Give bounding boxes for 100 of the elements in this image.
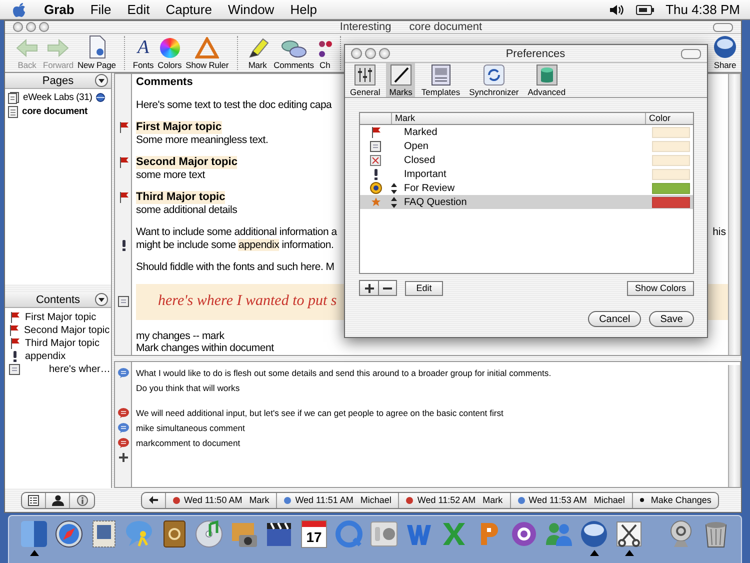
app-icon[interactable] <box>509 519 539 549</box>
switch-panel-icon[interactable] <box>369 519 399 549</box>
outline-item[interactable]: First Major topic <box>9 311 107 324</box>
scrollbar[interactable] <box>728 74 740 355</box>
mark-row[interactable]: For Review <box>360 181 693 195</box>
mark-row[interactable]: Open <box>360 139 693 153</box>
star-icon <box>370 197 380 207</box>
outline-item[interactable]: Third Major topic <box>9 337 107 350</box>
new-page-button[interactable]: New Page <box>77 36 116 70</box>
flag-icon <box>118 192 128 203</box>
ruler-button[interactable]: Show Ruler <box>186 36 229 70</box>
menu-item[interactable]: Edit <box>119 2 158 17</box>
comment-text: mike simultaneous comment <box>136 422 245 432</box>
timeline-entry[interactable]: Wed 11:52 AM Mark <box>399 492 511 508</box>
paragraph-line: Mark changes within document <box>136 342 274 354</box>
save-button[interactable]: Save <box>649 311 694 327</box>
preferences-tab[interactable]: General <box>347 63 384 97</box>
outline-item[interactable]: Second Major topic <box>9 324 107 337</box>
preferences-tab[interactable]: Synchronizer <box>466 63 522 97</box>
pill-button[interactable] <box>713 22 733 32</box>
comments-button[interactable]: Comments <box>274 36 314 70</box>
colors-button[interactable]: Colors <box>158 36 182 70</box>
mark-row[interactable]: Closed <box>360 153 693 167</box>
window-control[interactable] <box>365 48 376 59</box>
timeline-entry[interactable]: Wed 11:50 AM Mark <box>166 492 278 508</box>
mark-row[interactable]: Important <box>360 167 693 181</box>
topic-heading: First Major topic <box>136 121 222 134</box>
toolbar-button[interactable]: Ch <box>318 36 332 70</box>
battery-icon[interactable] <box>636 4 654 14</box>
clock: Thu 4:38 PM <box>666 2 740 17</box>
disc-icon[interactable] <box>194 519 224 549</box>
page-item[interactable]: core document <box>8 105 108 118</box>
calendar-icon[interactable]: 17 <box>301 520 327 548</box>
remove-button[interactable] <box>378 281 396 295</box>
sliders-icon <box>354 64 376 86</box>
add-button[interactable] <box>360 281 378 295</box>
comment-text: What I would like to do is flesh out some details and send this around to a broader group for initial comments. <box>136 368 552 378</box>
window-control[interactable] <box>351 48 362 59</box>
apple-icon[interactable] <box>12 2 26 18</box>
menu-item[interactable]: File <box>82 2 120 17</box>
timeline-entry[interactable]: Make Changes <box>632 492 718 508</box>
scissors-icon[interactable] <box>614 519 644 549</box>
preferences-tab[interactable]: Marks <box>386 63 416 97</box>
topic-heading: Third Major topic <box>136 191 226 204</box>
list-icon <box>28 494 39 506</box>
column-header: Color <box>648 113 672 124</box>
sort-arrows-icon[interactable] <box>391 182 397 194</box>
globe-icon[interactable] <box>579 519 609 549</box>
edit-button[interactable]: Edit <box>405 280 443 296</box>
outline-item[interactable]: here's wher… <box>9 363 107 376</box>
sync-arrows-icon <box>482 64 505 86</box>
color-swatch[interactable] <box>652 126 690 138</box>
page-item[interactable]: eWeek Labs (31) <box>8 91 108 104</box>
scrollbar[interactable] <box>728 365 740 487</box>
paragraph-line: Should fiddle with the fonts and such here. M <box>136 261 334 274</box>
document-icon <box>8 106 18 118</box>
mark-row[interactable]: Marked <box>360 125 693 139</box>
color-swatch[interactable] <box>652 168 690 180</box>
menu-item[interactable]: Help <box>282 2 325 17</box>
arrow-right-icon <box>46 37 70 59</box>
person-silhouette-icon <box>52 494 64 506</box>
timeline-entry[interactable]: Wed 11:51 AM Michael <box>277 492 400 508</box>
fonts-button[interactable]: A Fonts <box>132 36 154 70</box>
color-swatch[interactable] <box>652 140 690 152</box>
preferences-tab[interactable]: Advanced <box>524 63 569 97</box>
cancel-button[interactable]: Cancel <box>588 311 642 327</box>
outline-item[interactable]: appendix <box>9 350 107 363</box>
dropdown-icon[interactable] <box>95 293 108 306</box>
menu-item[interactable]: Window <box>220 2 282 17</box>
globe-icon <box>713 35 737 59</box>
app-menu[interactable]: Grab <box>36 2 82 17</box>
document-icon <box>86 35 107 59</box>
flag-icon <box>118 157 128 168</box>
view-switcher[interactable] <box>21 492 95 508</box>
split-square-icon[interactable] <box>19 519 49 549</box>
color-swatch[interactable] <box>652 182 690 194</box>
mark-row[interactable]: FAQ Question <box>360 195 693 209</box>
window-control[interactable] <box>379 48 390 59</box>
comment-text: Do you think that will works <box>136 382 240 392</box>
sort-arrows-icon[interactable] <box>391 196 397 208</box>
color-swatch[interactable] <box>652 196 690 208</box>
pen-icon <box>390 64 412 86</box>
flag-icon <box>9 325 19 336</box>
dropdown-icon[interactable] <box>95 74 108 87</box>
show-colors-button[interactable]: Show Colors <box>626 280 694 296</box>
color-wheel-icon <box>160 38 180 58</box>
share-button[interactable]: Share <box>713 36 737 70</box>
menu-item[interactable]: Capture <box>158 2 220 17</box>
mark-button[interactable]: Mark <box>246 36 270 70</box>
speaker-icon[interactable] <box>608 4 624 16</box>
timeline-entry[interactable]: Wed 11:53 AM Michael <box>510 492 633 508</box>
paragraph-line: my changes -- mark <box>136 330 224 342</box>
pill-button[interactable] <box>681 48 701 58</box>
dialog-title: Preferences <box>504 48 566 60</box>
paragraph-line: Some more meaningless text. <box>136 134 268 146</box>
color-swatch[interactable] <box>652 154 690 166</box>
pins-icon <box>318 39 332 59</box>
add-comment-icon[interactable] <box>119 453 128 462</box>
compass-icon[interactable] <box>54 519 84 549</box>
preferences-tab[interactable]: Templates <box>418 63 464 97</box>
